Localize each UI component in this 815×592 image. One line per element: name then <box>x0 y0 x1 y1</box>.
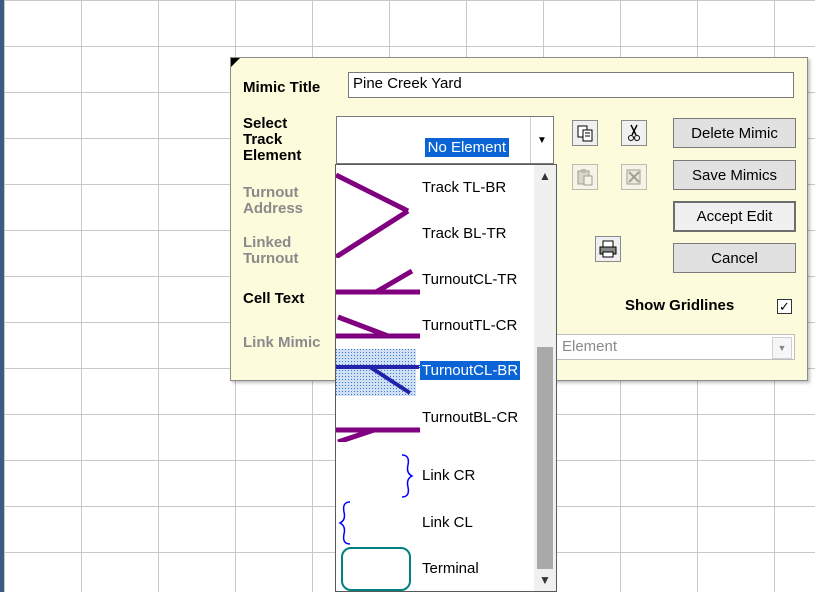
link-mimic-value: Element <box>562 338 618 355</box>
selected-element-value: No Element <box>423 137 511 158</box>
save-mimics-button[interactable]: Save Mimics <box>673 160 796 190</box>
list-item-link-cr[interactable]: Link CR <box>336 453 530 500</box>
turnout-cl-br-icon <box>336 349 420 396</box>
mimic-title-label: Mimic Title <box>243 79 321 96</box>
cell-text-label: Cell Text <box>243 290 305 307</box>
track-element-dropdown-list[interactable]: Track TL-BR Track BL-TR TurnoutCL-TR Tur… <box>335 164 557 592</box>
list-item-link-cl[interactable]: Link CL <box>336 500 530 547</box>
list-item-track-bl-tr[interactable]: Track BL-TR <box>336 211 530 258</box>
show-gridlines-checkbox[interactable]: ✓ <box>777 299 792 314</box>
dropdown-arrow-icon[interactable]: ▼ <box>530 117 553 163</box>
cancel-button[interactable]: Cancel <box>673 243 796 273</box>
printer-icon[interactable] <box>595 236 621 262</box>
link-cl-icon <box>338 501 351 545</box>
track-tl-br-icon <box>336 172 410 212</box>
list-item-turnout-cl-tr[interactable]: TurnoutCL-TR <box>336 257 530 304</box>
show-gridlines-label: Show Gridlines <box>625 297 735 314</box>
track-bl-tr-icon <box>336 211 410 258</box>
scissors-icon[interactable] <box>621 120 647 146</box>
link-mimic-select[interactable]: Element ▼ <box>553 334 795 360</box>
link-mimic-label: Link Mimic <box>243 334 321 351</box>
scrollbar-thumb[interactable] <box>537 347 553 569</box>
delete-cell-icon[interactable] <box>621 164 647 190</box>
list-item-terminal[interactable]: Terminal <box>336 546 530 591</box>
accept-edit-button[interactable]: Accept Edit <box>673 201 796 232</box>
dropdown-scrollbar[interactable]: ▲ ▼ <box>534 165 556 591</box>
panel-corner-marker <box>231 58 240 67</box>
chevron-down-icon[interactable]: ▼ <box>772 337 792 359</box>
copy-icon[interactable] <box>572 120 598 146</box>
delete-mimic-button[interactable]: Delete Mimic <box>673 118 796 148</box>
list-item-turnout-cl-br[interactable]: TurnoutCL-BR <box>336 349 530 396</box>
mimic-title-input[interactable]: Pine Creek Yard <box>348 72 794 98</box>
turnout-bl-cr-icon <box>336 427 420 442</box>
list-item-track-tl-br[interactable]: Track TL-BR <box>336 165 530 212</box>
paste-icon[interactable] <box>572 164 598 190</box>
turnout-cl-tr-icon <box>336 268 420 295</box>
scroll-up-icon[interactable]: ▲ <box>534 165 556 187</box>
select-element-label: Select Track Element <box>243 115 302 164</box>
linked-turnout-label: Linked Turnout <box>243 234 299 267</box>
window-left-border <box>0 0 4 592</box>
list-item-turnout-bl-cr[interactable]: TurnoutBL-CR <box>336 395 530 442</box>
terminal-icon <box>341 547 411 591</box>
turnout-tl-cr-icon <box>336 314 420 339</box>
scroll-down-icon[interactable]: ▼ <box>534 569 556 591</box>
turnout-address-label: Turnout Address <box>243 184 304 217</box>
track-element-select[interactable]: No Element ▼ <box>336 116 554 164</box>
list-item-turnout-tl-cr[interactable]: TurnoutTL-CR <box>336 303 530 350</box>
link-cr-icon <box>401 454 414 498</box>
